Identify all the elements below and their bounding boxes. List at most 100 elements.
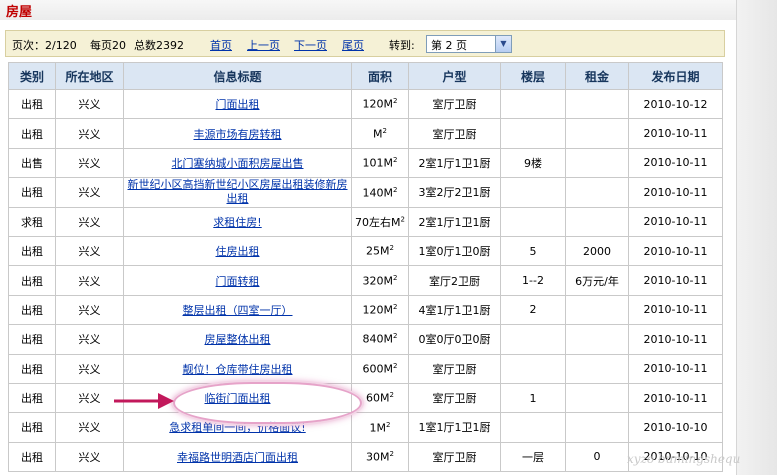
cell-date: 2010-10-11 (628, 353, 723, 384)
cell-rent (565, 412, 629, 443)
listing-title-link[interactable]: 整层出租（四室一厅） (183, 304, 293, 317)
cell-layout: 室厅2卫厨 (408, 265, 501, 296)
cell-type: 出租 (8, 324, 56, 355)
cell-floor: 1 (500, 382, 566, 414)
table-row: 出租 兴义 门面转租 320M2 室厅2卫厨 1--2 6万元/年 2010-10-11 (8, 265, 723, 296)
cell-rent (565, 382, 629, 414)
right-scroll-gutter (736, 0, 777, 475)
col-header-size: 面积 (351, 62, 409, 90)
cell-size: 120M2 (351, 88, 409, 120)
cell-type: 出租 (8, 235, 56, 267)
cell-size: 600M2 (351, 353, 409, 384)
listing-title-link[interactable]: 幸福路世明酒店门面出租 (177, 451, 298, 464)
next-page-link[interactable]: 下一页 (294, 39, 327, 52)
cell-area: 兴义 (55, 206, 124, 237)
squared-superscript: 2 (389, 391, 394, 400)
size-value: 60M (366, 391, 390, 405)
cell-size: 101M2 (351, 147, 409, 179)
cell-type: 出售 (8, 147, 56, 179)
cell-date: 2010-10-11 (628, 324, 723, 355)
cell-rent (565, 353, 629, 384)
size-value: 30M (366, 450, 390, 464)
cell-floor (500, 412, 566, 443)
cell-layout: 2室1厅1卫1厨 (408, 147, 501, 179)
cell-layout: 2室1厅1卫1厨 (408, 206, 501, 237)
first-page-link[interactable]: 首页 (210, 39, 232, 52)
listing-title-link[interactable]: 靓位！仓库带住房出租 (183, 363, 293, 376)
cell-layout: 室厅卫厨 (408, 353, 501, 384)
cell-area: 兴义 (55, 412, 124, 443)
cell-size: 25M2 (351, 235, 409, 267)
col-header-title: 信息标题 (123, 62, 352, 90)
section-title-bar: 房屋 (0, 0, 736, 20)
cell-type: 出租 (8, 382, 56, 414)
cell-floor: 5 (500, 235, 566, 267)
squared-superscript: 2 (400, 215, 405, 224)
squared-superscript: 2 (393, 361, 398, 370)
cell-layout: 0室0厅0卫0厨 (408, 324, 501, 355)
cell-floor (500, 206, 566, 237)
listing-title-link[interactable]: 住房出租 (216, 245, 260, 258)
cell-rent (565, 324, 629, 355)
cell-layout: 1室1厅1卫1厨 (408, 412, 501, 443)
total-count: 总数2392 (134, 39, 184, 52)
cell-type: 求租 (8, 206, 56, 237)
cell-rent (565, 206, 629, 237)
listing-title-link[interactable]: 新世纪小区高挡新世纪小区房屋出租装修新房出租 (128, 179, 348, 206)
cell-floor (500, 353, 566, 384)
cell-type: 出租 (8, 265, 56, 296)
cell-floor (500, 324, 566, 355)
listing-title-link[interactable]: 房屋整体出租 (205, 333, 271, 346)
listing-title-link[interactable]: 求租住房! (213, 216, 261, 229)
goto-page-value: 第 2 页 (431, 39, 467, 52)
cell-layout: 室厅卫厨 (408, 88, 501, 120)
cell-date: 2010-10-11 (628, 206, 723, 237)
listing-title-link[interactable]: 急求租单间一间，价格面议! (169, 421, 305, 434)
cell-rent: 0 (565, 441, 629, 473)
col-header-rent: 租金 (565, 62, 629, 90)
cell-layout: 1室0厅1卫0厨 (408, 235, 501, 267)
cell-layout: 室厅卫厨 (408, 441, 501, 473)
goto-page-select[interactable]: 第 2 页 ▼ (426, 35, 512, 53)
cell-floor: 9楼 (500, 147, 566, 179)
cell-title: 临街门面出租 (123, 382, 352, 414)
cell-title: 整层出租（四室一厅） (123, 294, 352, 326)
cell-area: 兴义 (55, 177, 124, 208)
table-row: 出租 兴义 幸福路世明酒店门面出租 30M2 室厅卫厨 一层 0 2010-10-10 (8, 441, 723, 473)
listing-title-link[interactable]: 临街门面出租 (205, 392, 271, 405)
last-page-link[interactable]: 尾页 (342, 39, 364, 52)
cell-rent: 6万元/年 (565, 265, 629, 296)
col-header-area: 所在地区 (55, 62, 124, 90)
listing-title-link[interactable]: 门面转租 (216, 275, 260, 288)
listing-title-link[interactable]: 北门塞纳城小面积房屋出售 (172, 157, 304, 170)
squared-superscript: 2 (393, 303, 398, 312)
listing-title-link[interactable]: 门面出租 (216, 98, 260, 111)
col-header-type: 类别 (8, 62, 56, 90)
table-row: 出租 兴义 临街门面出租 60M2 室厅卫厨 1 2010-10-11 (8, 382, 723, 414)
page-title: 房屋 (6, 5, 33, 20)
prev-page-link[interactable]: 上一页 (247, 39, 280, 52)
cell-date: 2010-10-11 (628, 235, 723, 267)
cell-date: 2010-10-11 (628, 382, 723, 414)
table-row: 出租 兴义 丰源市场有房转租 M2 室厅卫厨 2010-10-11 (8, 118, 723, 149)
col-header-date: 发布日期 (628, 62, 723, 90)
cell-type: 出租 (8, 118, 56, 149)
cell-floor: 2 (500, 294, 566, 326)
cell-area: 兴义 (55, 118, 124, 149)
chevron-down-icon[interactable]: ▼ (495, 36, 511, 52)
cell-title: 急求租单间一间，价格面议! (123, 412, 352, 443)
cell-rent (565, 177, 629, 208)
col-header-layout: 户型 (408, 62, 501, 90)
cell-type: 出租 (8, 441, 56, 473)
cell-title: 北门塞纳城小面积房屋出售 (123, 147, 352, 179)
cell-area: 兴义 (55, 324, 124, 355)
cell-floor (500, 118, 566, 149)
cell-title: 门面出租 (123, 88, 352, 120)
listing-title-link[interactable]: 丰源市场有房转租 (194, 128, 282, 141)
cell-area: 兴义 (55, 294, 124, 326)
cell-type: 出租 (8, 177, 56, 208)
cell-area: 兴义 (55, 265, 124, 296)
size-value: 840M (362, 333, 394, 347)
cell-type: 出租 (8, 353, 56, 384)
cell-floor (500, 88, 566, 120)
